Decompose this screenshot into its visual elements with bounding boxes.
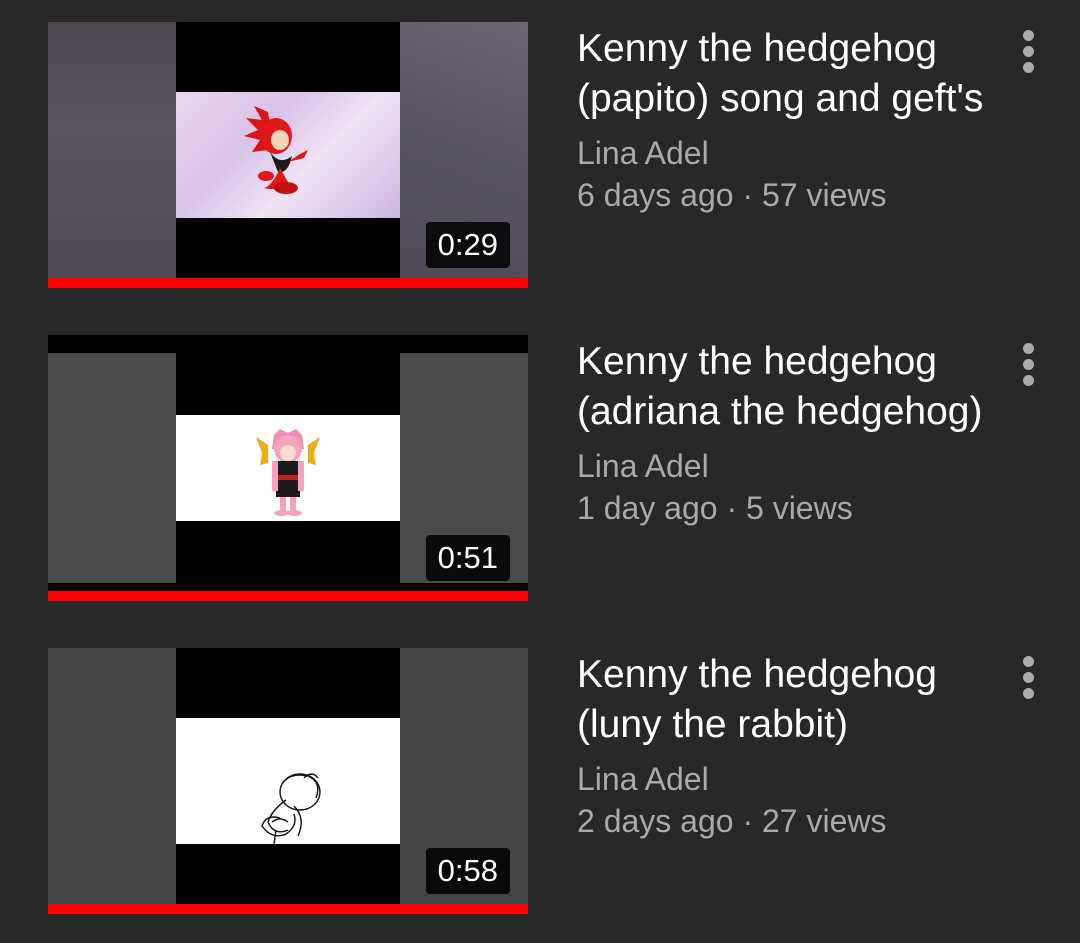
video-title[interactable]: Kenny the hedgehog (adriana the hedgehog… — [577, 337, 987, 437]
video-thumbnail[interactable]: 0:58 — [48, 648, 528, 914]
video-meta: 6 days ago · 57 views — [577, 177, 887, 213]
thumbnail-frame — [176, 415, 400, 521]
pink-hedgehog-image — [256, 429, 320, 516]
sketch-image — [261, 773, 321, 844]
blurred-side-left — [48, 22, 176, 278]
video-meta: 2 days ago · 27 views — [577, 803, 887, 839]
thumbnail-frame — [176, 718, 400, 844]
video-list: 0:29 Kenny the hedgehog (papito) song an… — [0, 0, 1080, 943]
duration-badge: 0:58 — [425, 848, 510, 894]
video-title[interactable]: Kenny the hedgehog (luny the rabbit) — [577, 650, 987, 750]
channel-name[interactable]: Lina Adel — [577, 445, 987, 487]
video-item[interactable]: 0:29 Kenny the hedgehog (papito) song an… — [0, 22, 1080, 312]
video-info[interactable]: Kenny the hedgehog (luny the rabbit) Lin… — [577, 648, 987, 842]
channel-name[interactable]: Lina Adel — [577, 132, 987, 174]
channel-name[interactable]: Lina Adel — [577, 758, 987, 800]
video-thumbnail[interactable]: 0:29 — [48, 22, 528, 288]
more-vert-icon[interactable] — [1012, 648, 1046, 708]
blurred-side-left — [48, 353, 176, 583]
blurred-side-left — [48, 648, 176, 904]
duration-badge: 0:29 — [425, 222, 510, 268]
video-item[interactable]: 0:51 Kenny the hedgehog (adriana the hed… — [0, 335, 1080, 625]
video-info[interactable]: Kenny the hedgehog (adriana the hedgehog… — [577, 335, 987, 529]
watched-progress-bar — [48, 904, 528, 914]
video-meta: 1 day ago · 5 views — [577, 490, 853, 526]
watched-progress-bar — [48, 591, 528, 601]
red-hedgehog-image — [244, 106, 308, 194]
video-title[interactable]: Kenny the hedgehog (papito) song and gef… — [577, 24, 987, 124]
more-vert-icon[interactable] — [1012, 335, 1046, 395]
more-vert-icon[interactable] — [1012, 22, 1046, 82]
duration-badge: 0:51 — [425, 535, 510, 581]
video-info[interactable]: Kenny the hedgehog (papito) song and gef… — [577, 22, 987, 216]
watched-progress-bar — [48, 278, 528, 288]
video-thumbnail[interactable]: 0:51 — [48, 335, 528, 601]
video-item[interactable]: 0:58 Kenny the hedgehog (luny the rabbit… — [0, 648, 1080, 938]
thumbnail-frame — [176, 92, 400, 218]
